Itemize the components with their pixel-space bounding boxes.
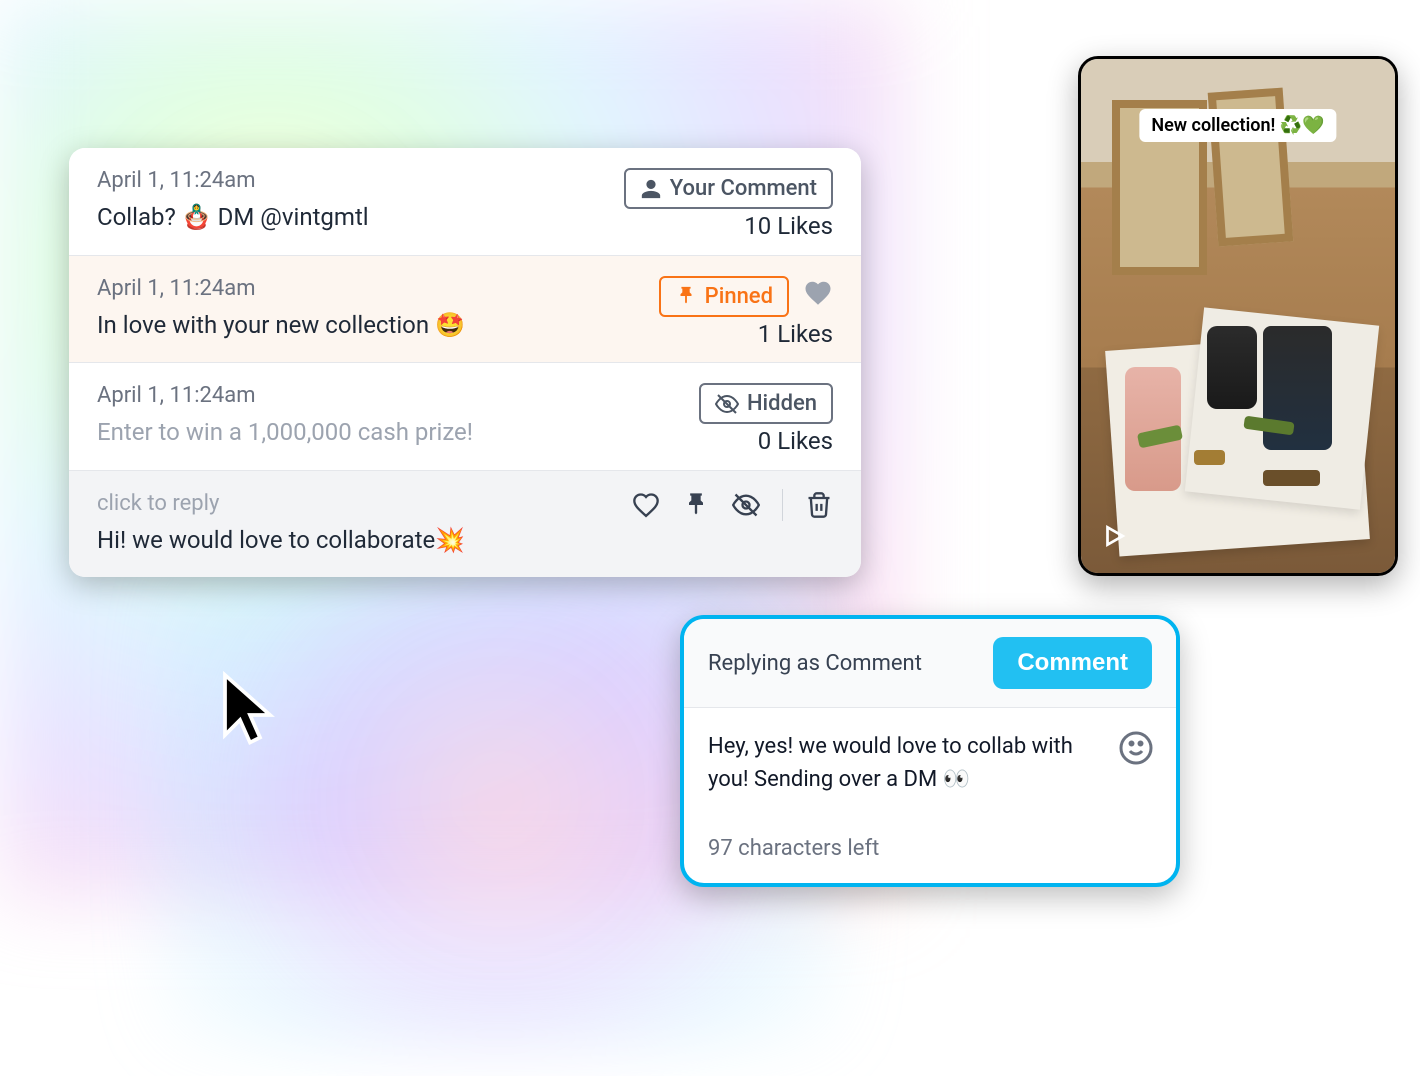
like-heart-icon[interactable]	[803, 278, 833, 315]
badge-label: Hidden	[747, 391, 817, 416]
pin-icon	[675, 285, 697, 307]
submit-comment-button[interactable]: Comment	[993, 637, 1152, 689]
badge-label: Your Comment	[670, 176, 817, 201]
reply-input-row[interactable]: click to reply Hi! we would love to coll…	[69, 471, 861, 578]
comment-item[interactable]: April 1, 11:24am In love with your new c…	[69, 256, 861, 364]
user-icon	[640, 178, 662, 200]
like-icon[interactable]	[632, 491, 660, 519]
video-preview[interactable]: New collection! ♻️💚	[1078, 56, 1398, 576]
hide-icon[interactable]	[732, 491, 760, 519]
comments-panel: April 1, 11:24am Collab? 🪆 DM @vintgmtl …	[69, 148, 861, 577]
pin-icon[interactable]	[682, 491, 710, 519]
reply-body[interactable]: Hey, yes! we would love to collab with y…	[684, 708, 1176, 818]
badge-label: Pinned	[705, 284, 773, 309]
delete-icon[interactable]	[805, 491, 833, 519]
video-caption: New collection! ♻️💚	[1139, 109, 1336, 142]
comment-item[interactable]: April 1, 11:24am Collab? 🪆 DM @vintgmtl …	[69, 148, 861, 256]
your-comment-badge: Your Comment	[624, 168, 833, 209]
pinned-badge: Pinned	[659, 276, 789, 317]
badge-row: Hidden	[699, 383, 833, 424]
reply-text-input[interactable]: Hey, yes! we would love to collab with y…	[708, 730, 1085, 796]
reply-actions	[632, 489, 833, 521]
likes-count: 1 Likes	[758, 320, 833, 348]
cursor-icon	[220, 670, 280, 750]
likes-count: 10 Likes	[744, 212, 833, 240]
eye-off-icon	[715, 392, 739, 416]
badge-row: Your Comment	[624, 168, 833, 209]
char-counter: 97 characters left	[684, 818, 1176, 883]
action-divider	[782, 489, 783, 521]
comment-item[interactable]: April 1, 11:24am Enter to win a 1,000,00…	[69, 363, 861, 471]
play-icon[interactable]	[1101, 523, 1127, 553]
emoji-picker-icon[interactable]	[1118, 730, 1154, 770]
reply-mode-label: Replying as Comment	[708, 651, 922, 676]
reply-text: Hi! we would love to collaborate💥	[97, 524, 833, 558]
hidden-badge: Hidden	[699, 383, 833, 424]
likes-count: 0 Likes	[758, 427, 833, 455]
reply-header: Replying as Comment Comment	[684, 619, 1176, 708]
badge-row: Pinned	[659, 276, 833, 317]
reply-compose-card: Replying as Comment Comment Hey, yes! we…	[680, 615, 1180, 887]
